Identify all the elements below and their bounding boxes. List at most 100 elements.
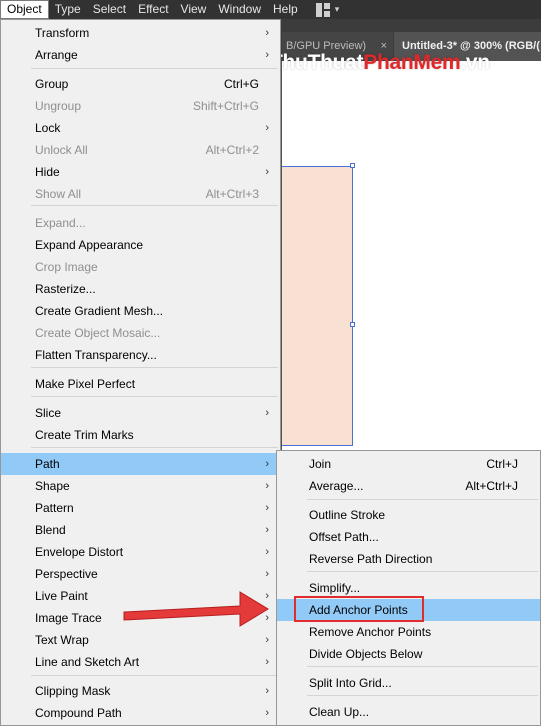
menu-item-path[interactable]: Path › bbox=[1, 453, 280, 475]
menu-item-make-pixel-perfect[interactable]: Make Pixel Perfect bbox=[1, 373, 280, 395]
chevron-right-icon: › bbox=[265, 524, 269, 536]
menu-item-label: Pattern bbox=[35, 501, 74, 515]
menu-item-label: Crop Image bbox=[35, 260, 98, 274]
chevron-right-icon: › bbox=[265, 27, 269, 39]
submenu-item-remove-anchor-points[interactable]: Remove Anchor Points bbox=[277, 621, 540, 643]
menu-item-label: Clipping Mask bbox=[35, 684, 111, 698]
menu-item-label: Slice bbox=[35, 406, 62, 420]
menu-item-create-gradient-mesh[interactable]: Create Gradient Mesh... bbox=[1, 300, 280, 322]
submenu-item-reverse-path-direction[interactable]: Reverse Path Direction bbox=[277, 548, 540, 570]
menu-item-clipping-mask[interactable]: Clipping Mask › bbox=[1, 680, 280, 702]
menu-item-flatten-transparency[interactable]: Flatten Transparency... bbox=[1, 344, 280, 366]
submenu-item-outline-stroke[interactable]: Outline Stroke bbox=[277, 504, 540, 526]
menu-item-label: Divide Objects Below bbox=[309, 647, 423, 661]
menu-item-group[interactable]: Group Ctrl+G bbox=[1, 73, 280, 95]
menu-item-create-object-mosaic[interactable]: Create Object Mosaic... bbox=[1, 322, 280, 344]
menu-item-label: Text Wrap bbox=[35, 633, 89, 647]
menu-item-label: Join bbox=[309, 457, 332, 471]
menu-type[interactable]: Type bbox=[49, 0, 87, 19]
chevron-right-icon: › bbox=[265, 612, 269, 624]
menu-view[interactable]: View bbox=[175, 0, 213, 19]
menu-item-label: Lock bbox=[35, 121, 61, 135]
menu-item-label: Make Pixel Perfect bbox=[35, 377, 136, 391]
menu-item-create-trim-marks[interactable]: Create Trim Marks bbox=[1, 424, 280, 446]
menu-item-arrange[interactable]: Arrange › bbox=[1, 44, 280, 66]
submenu-item-join[interactable]: Join Ctrl+J bbox=[277, 453, 540, 475]
path-submenu: Join Ctrl+J Average... Alt+Ctrl+J Outline St… bbox=[276, 450, 541, 726]
submenu-item-clean-up[interactable]: Clean Up... bbox=[277, 701, 540, 723]
menu-separator bbox=[31, 675, 278, 676]
menu-item-line-and-sketch-art[interactable]: Line and Sketch Art › bbox=[1, 651, 280, 673]
menu-item-label: Outline Stroke bbox=[309, 508, 386, 522]
menu-effect[interactable]: Effect bbox=[132, 0, 174, 19]
menu-item-shortcut: Alt+Ctrl+J bbox=[465, 479, 518, 493]
submenu-item-divide-objects-below[interactable]: Divide Objects Below bbox=[277, 643, 540, 665]
menu-item-label: Create Gradient Mesh... bbox=[35, 304, 164, 318]
menu-item-label: Line and Sketch Art bbox=[35, 655, 140, 669]
menu-item-label: Expand Appearance bbox=[35, 238, 144, 252]
menu-separator bbox=[307, 571, 538, 572]
menu-separator bbox=[31, 68, 278, 69]
menu-item-label: Path bbox=[35, 457, 60, 471]
menu-item-label: Unlock All bbox=[35, 143, 88, 157]
menu-item-label: Envelope Distort bbox=[35, 545, 124, 559]
chevron-right-icon: › bbox=[265, 590, 269, 602]
menu-item-label: Group bbox=[35, 77, 69, 91]
menu-item-compound-path[interactable]: Compound Path › bbox=[1, 702, 280, 724]
menu-item-label: Hide bbox=[35, 165, 60, 179]
menu-separator bbox=[31, 396, 278, 397]
submenu-item-offset-path[interactable]: Offset Path... bbox=[277, 526, 540, 548]
menu-item-slice[interactable]: Slice › bbox=[1, 402, 280, 424]
menu-item-image-trace[interactable]: Image Trace › bbox=[1, 607, 280, 629]
menu-item-label: Split Into Grid... bbox=[309, 676, 392, 690]
menu-item-show-all[interactable]: Show All Alt+Ctrl+3 bbox=[1, 183, 280, 205]
chevron-right-icon: › bbox=[265, 480, 269, 492]
chevron-right-icon: › bbox=[265, 685, 269, 697]
menu-window[interactable]: Window bbox=[212, 0, 267, 19]
menu-item-ungroup[interactable]: Ungroup Shift+Ctrl+G bbox=[1, 95, 280, 117]
menu-item-text-wrap[interactable]: Text Wrap › bbox=[1, 629, 280, 651]
menu-select[interactable]: Select bbox=[87, 0, 132, 19]
menu-item-blend[interactable]: Blend › bbox=[1, 519, 280, 541]
menu-item-label: Rasterize... bbox=[35, 282, 96, 296]
highlight-box bbox=[294, 596, 424, 622]
menu-object[interactable]: Object bbox=[0, 0, 49, 19]
menu-item-label: Remove Anchor Points bbox=[309, 625, 432, 639]
menu-item-label: Shape bbox=[35, 479, 70, 493]
menu-item-rasterize[interactable]: Rasterize... bbox=[1, 278, 280, 300]
menu-help[interactable]: Help bbox=[267, 0, 304, 19]
chevron-right-icon: › bbox=[265, 458, 269, 470]
menu-item-transform[interactable]: Transform › bbox=[1, 22, 280, 44]
workspace-switcher[interactable]: ▾ bbox=[315, 2, 339, 17]
menu-item-expand-appearance[interactable]: Expand Appearance bbox=[1, 234, 280, 256]
menu-item-pattern[interactable]: Pattern › bbox=[1, 497, 280, 519]
chevron-right-icon: › bbox=[265, 568, 269, 580]
menu-item-label: Live Paint bbox=[35, 589, 88, 603]
menu-item-label: Create Trim Marks bbox=[35, 428, 134, 442]
menu-item-label: Simplify... bbox=[309, 581, 361, 595]
selected-rectangle[interactable] bbox=[282, 166, 353, 446]
submenu-item-split-into-grid[interactable]: Split Into Grid... bbox=[277, 672, 540, 694]
menu-item-expand[interactable]: Expand... bbox=[1, 212, 280, 234]
anchor-point[interactable] bbox=[350, 322, 355, 327]
menu-item-shortcut: Ctrl+J bbox=[486, 457, 518, 471]
menu-item-hide[interactable]: Hide › bbox=[1, 161, 280, 183]
menu-item-shape[interactable]: Shape › bbox=[1, 475, 280, 497]
chevron-right-icon: › bbox=[265, 634, 269, 646]
menu-separator bbox=[307, 666, 538, 667]
anchor-point[interactable] bbox=[350, 163, 355, 168]
chevron-right-icon: › bbox=[265, 656, 269, 668]
menu-item-label: Create Object Mosaic... bbox=[35, 326, 161, 340]
menu-item-unlock-all[interactable]: Unlock All Alt+Ctrl+2 bbox=[1, 139, 280, 161]
menu-item-crop-image[interactable]: Crop Image bbox=[1, 256, 280, 278]
menu-separator bbox=[31, 367, 278, 368]
menu-item-live-paint[interactable]: Live Paint › bbox=[1, 585, 280, 607]
menu-item-perspective[interactable]: Perspective › bbox=[1, 563, 280, 585]
chevron-right-icon: › bbox=[265, 707, 269, 719]
submenu-item-average[interactable]: Average... Alt+Ctrl+J bbox=[277, 475, 540, 497]
menu-item-label: Reverse Path Direction bbox=[309, 552, 433, 566]
menu-item-label: Clean Up... bbox=[309, 705, 370, 719]
menu-item-envelope-distort[interactable]: Envelope Distort › bbox=[1, 541, 280, 563]
menu-separator bbox=[31, 447, 278, 448]
menu-item-lock[interactable]: Lock › bbox=[1, 117, 280, 139]
